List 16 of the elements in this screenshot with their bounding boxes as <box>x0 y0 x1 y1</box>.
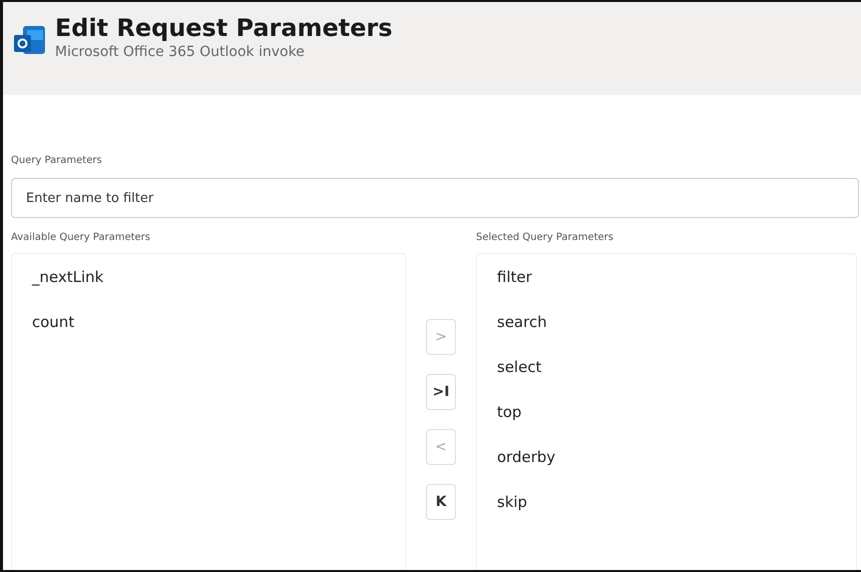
list-item[interactable]: search <box>497 313 856 358</box>
filter-field[interactable]: Enter name to filter <box>11 178 859 218</box>
dialog-title: Edit Request Parameters <box>55 14 392 42</box>
list-item[interactable]: orderby <box>497 448 856 493</box>
list-item[interactable]: top <box>497 403 856 448</box>
list-label: Available Query Parameters <box>11 232 152 243</box>
list-item[interactable]: filter <box>497 268 856 313</box>
move-button[interactable]: K <box>426 484 456 520</box>
list-item[interactable]: skip <box>497 493 856 538</box>
dialog-subtitle: Microsoft Office 365 Outlook invoke <box>55 44 306 60</box>
list-item[interactable]: select <box>497 358 856 403</box>
list-item[interactable]: _nextLink <box>32 268 405 313</box>
list-label: Selected Query Parameters <box>476 232 614 243</box>
field-label: Query Parameters <box>11 155 103 166</box>
list-item[interactable]: count <box>32 313 405 358</box>
move-button[interactable]: >I <box>426 374 456 410</box>
